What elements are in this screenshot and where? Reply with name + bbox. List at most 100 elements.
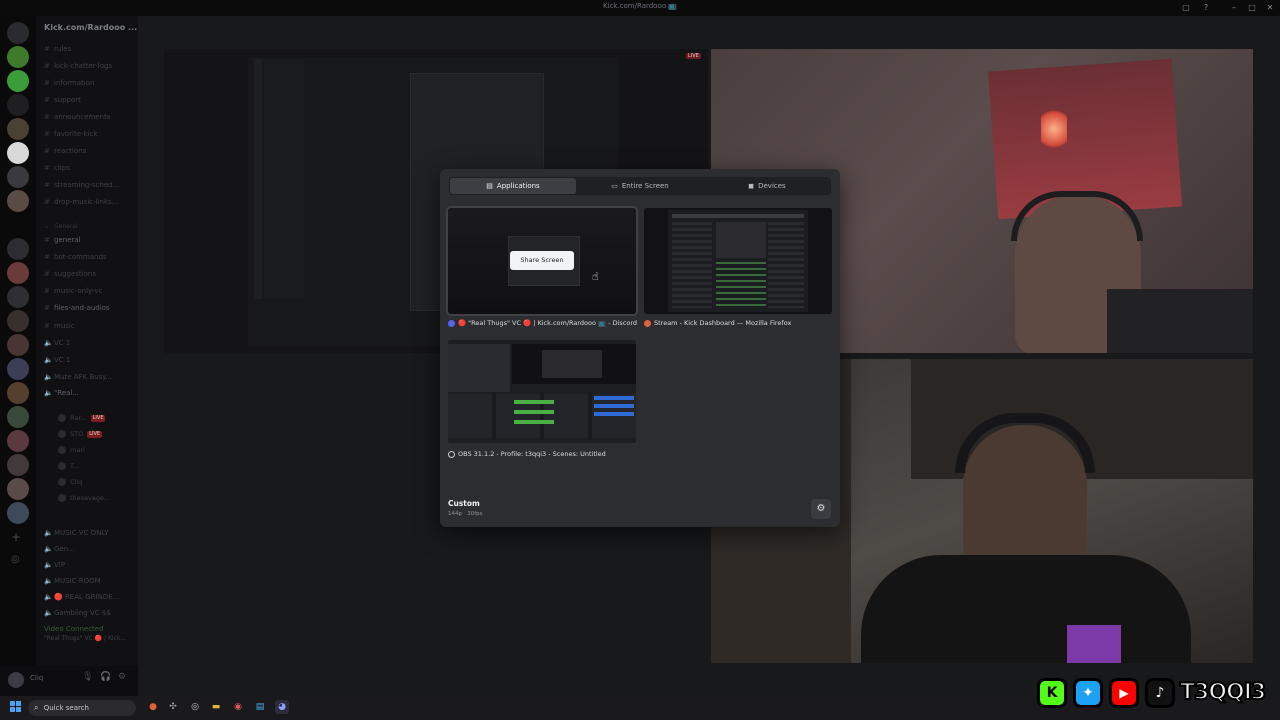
channel-item[interactable]: 🔈VC 1 <box>36 336 138 350</box>
discord-taskbar-icon[interactable]: ◕ <box>275 700 289 714</box>
channel-item[interactable]: 🔈"Real... <box>36 386 138 400</box>
taskbar-search[interactable]: ⌕ Quick search <box>28 700 136 716</box>
channel-item[interactable]: 🔈MUSIC ROOM <box>36 574 138 588</box>
server-icon[interactable] <box>7 70 29 92</box>
nested-rail <box>254 59 262 299</box>
app-taskbar-icon[interactable]: ✣ <box>166 700 180 714</box>
headphones-icon[interactable]: 🎧 <box>100 672 111 682</box>
server-icon[interactable] <box>7 430 29 452</box>
app-tile-obs[interactable] <box>448 340 636 443</box>
server-icon[interactable] <box>7 286 29 308</box>
server-icon[interactable] <box>7 238 29 260</box>
channel-item[interactable]: 🔈Gambling VC $$ <box>36 606 138 620</box>
channel-item[interactable]: # information <box>36 76 138 90</box>
channel-item[interactable]: 🔈VC 1 <box>36 353 138 367</box>
channel-item[interactable]: # support <box>36 93 138 107</box>
channel-item[interactable]: # music-only-vc <box>36 284 138 298</box>
server-icon[interactable] <box>7 334 29 356</box>
channel-item[interactable]: # general <box>36 233 138 247</box>
server-icon[interactable] <box>7 46 29 68</box>
voice-user[interactable]: mari <box>36 443 138 457</box>
window-thumbnail <box>668 210 808 312</box>
window-titlebar: Kick.com/Rardooo 📺 ▢ ? – □ ✕ <box>0 0 1280 16</box>
server-name[interactable]: Kick.com/Rardooo ... <box>44 23 137 32</box>
app-label: Stream - Kick Dashboard — Mozilla Firefo… <box>644 319 791 327</box>
server-icon[interactable] <box>7 382 29 404</box>
channel-item[interactable]: # drop-music-links... <box>36 195 138 209</box>
channel-list: Kick.com/Rardooo ... ⌄ General Video Conn… <box>36 16 138 666</box>
channel-item[interactable]: # streaming-sched... <box>36 178 138 192</box>
add-server-icon[interactable]: + <box>11 530 21 544</box>
windows-start-icon[interactable] <box>10 701 22 713</box>
quality-title: Custom <box>448 499 480 508</box>
server-icon[interactable] <box>7 310 29 332</box>
channel-item[interactable]: # files-and-audios <box>36 301 138 315</box>
channel-item[interactable]: 🔈MUSIC VC ONLY <box>36 526 138 540</box>
channel-item[interactable]: # favorite-kick <box>36 127 138 141</box>
username: Cliq <box>30 674 44 682</box>
file-explorer-icon[interactable]: ▬ <box>209 700 223 714</box>
discover-icon[interactable]: ◎ <box>11 554 20 565</box>
app-taskbar-icon[interactable]: ◉ <box>231 700 245 714</box>
close-icon[interactable]: ✕ <box>1264 2 1276 14</box>
server-icon[interactable] <box>7 142 29 164</box>
tab-applications[interactable]: ▤ Applications <box>450 178 576 194</box>
server-icon[interactable] <box>7 190 29 212</box>
server-icon[interactable] <box>7 94 29 116</box>
share-screen-button[interactable]: Share Screen <box>510 251 574 270</box>
channel-item[interactable]: # bot-commands <box>36 250 138 264</box>
server-icon[interactable] <box>7 118 29 140</box>
server-icon[interactable] <box>7 358 29 380</box>
direct-messages-icon[interactable] <box>7 22 29 44</box>
notepad-icon[interactable]: ▤ <box>253 700 267 714</box>
cursor-hand-icon: ☝ <box>592 270 599 283</box>
firefox-taskbar-icon[interactable]: ● <box>146 700 160 714</box>
channel-item[interactable]: 🔈🔴 REAL GRINDE... <box>36 590 138 604</box>
channel-item[interactable]: # kick-chatter-logs <box>36 59 138 73</box>
mic-icon[interactable]: 🎙 <box>82 672 93 682</box>
shirt <box>861 555 1191 663</box>
voice-user[interactable]: STO LIVE <box>36 427 138 441</box>
category-general[interactable]: ⌄ General <box>36 220 138 234</box>
tab-devices[interactable]: ◼ Devices <box>704 178 830 194</box>
chair <box>1107 289 1253 353</box>
channel-item[interactable]: 🔈VIP <box>36 558 138 572</box>
channel-item[interactable]: # music <box>36 319 138 333</box>
window-title: Kick.com/Rardooo 📺 <box>603 2 677 10</box>
channel-item[interactable]: # reactions <box>36 144 138 158</box>
obs-icon <box>448 450 455 458</box>
tiktok-icon: ♪ <box>1145 678 1175 708</box>
inbox-icon[interactable]: ▢ <box>1180 2 1192 14</box>
channel-item[interactable]: 🔈Gen... <box>36 542 138 556</box>
obs-taskbar-icon[interactable]: ◎ <box>188 700 202 714</box>
voice-user[interactable]: Cliq <box>36 475 138 489</box>
user-panel: Cliq 🎙 🎧 ⚙ <box>0 666 138 696</box>
channel-item[interactable]: # clips <box>36 161 138 175</box>
youtube-icon: ▶ <box>1109 678 1139 708</box>
voice-user[interactable]: Rar... LIVE <box>36 411 138 425</box>
channel-item[interactable]: 🔈Mute AFK Busy... <box>36 370 138 384</box>
stream-settings-gear-icon[interactable]: ⚙ <box>811 499 831 519</box>
avatar[interactable] <box>8 672 24 688</box>
streamer-handle: T3QQI3 <box>1179 679 1267 706</box>
streamer-overlay: K ✦ ▶ ♪ T3QQI3 <box>1037 676 1270 712</box>
server-icon[interactable] <box>7 454 29 476</box>
server-icon[interactable] <box>7 502 29 524</box>
voice-user[interactable]: thesavage... <box>36 491 138 505</box>
voice-user[interactable]: T... <box>36 459 138 473</box>
server-icon[interactable] <box>7 406 29 428</box>
server-icon[interactable] <box>7 478 29 500</box>
server-icon[interactable] <box>7 166 29 188</box>
app-label: 🔴 "Real Thugs" VC 🔴 | Kick.com/Rardooo 📺… <box>448 319 637 327</box>
channel-item[interactable]: # announcements <box>36 110 138 124</box>
tab-entire-screen[interactable]: ▭ Entire Screen <box>577 178 703 194</box>
app-tile-firefox[interactable] <box>644 208 832 314</box>
app-label: OBS 31.1.2 - Profile: t3qqi3 - Scenes: U… <box>448 450 606 458</box>
channel-item[interactable]: # suggestions <box>36 267 138 281</box>
maximize-icon[interactable]: □ <box>1246 2 1258 14</box>
channel-item[interactable]: # rules <box>36 42 138 56</box>
minimize-icon[interactable]: – <box>1228 2 1240 14</box>
settings-icon[interactable]: ⚙ <box>118 672 126 682</box>
help-icon[interactable]: ? <box>1200 2 1212 14</box>
server-icon[interactable] <box>7 262 29 284</box>
